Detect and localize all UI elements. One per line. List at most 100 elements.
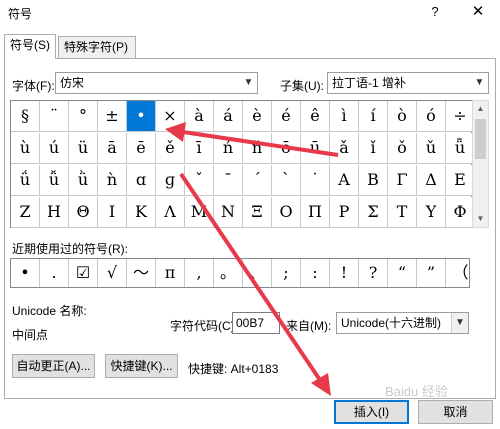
symbol-cell[interactable]: ú [40,133,69,164]
recent-symbol-cell[interactable]: 、 [243,259,272,287]
recent-symbol-cell[interactable]: : [301,259,330,287]
symbol-cell[interactable]: ê [301,101,330,132]
symbol-cell[interactable]: ǒ [388,133,417,164]
symbol-cell[interactable]: ɑ [127,165,156,196]
symbol-cell[interactable]: ù [11,133,40,164]
recent-symbol-cell[interactable]: ; [272,259,301,287]
symbol-cell[interactable]: í [359,101,388,132]
symbol-cell[interactable]: Ο [272,197,301,228]
symbol-cell[interactable]: Η [40,197,69,228]
shortcut-key-button[interactable]: 快捷键(K)... [105,354,178,378]
chevron-down-icon[interactable]: ▼ [451,313,468,333]
help-button[interactable]: ? [423,2,447,22]
recent-symbol-cell[interactable]: . [40,259,69,287]
symbol-cell[interactable]: Α [330,165,359,196]
symbol-cell[interactable]: × [156,101,185,132]
symbol-cell[interactable]: Ε [446,165,475,196]
symbol-cell[interactable]: ˉ [214,165,243,196]
symbol-cell[interactable]: ì [330,101,359,132]
symbol-cell[interactable]: Κ [127,197,156,228]
symbol-cell[interactable]: Ν [214,197,243,228]
symbol-cell[interactable]: ± [98,101,127,132]
symbol-cell[interactable]: Θ [69,197,98,228]
symbol-cell[interactable]: ÷ [446,101,475,132]
symbol-cell[interactable]: Τ [388,197,417,228]
symbol-cell[interactable]: ň [243,133,272,164]
symbol-cell[interactable]: Φ [446,197,475,228]
recent-symbol-cell[interactable]: • [11,259,40,287]
symbol-cell[interactable]: ǖ [446,133,475,164]
symbol-cell[interactable]: ā [98,133,127,164]
recent-symbol-cell[interactable]: ? [359,259,388,287]
symbol-cell[interactable]: ǹ [98,165,127,196]
symbol-cell[interactable]: ü [69,133,98,164]
symbol-cell[interactable]: ˇ [185,165,214,196]
symbol-cell[interactable]: è [243,101,272,132]
symbol-cell[interactable]: ó [417,101,446,132]
symbol-cell[interactable]: Δ [417,165,446,196]
recent-symbol-cell[interactable]: √ [98,259,127,287]
symbol-cell[interactable]: ǔ [417,133,446,164]
symbol-cell[interactable]: ǚ [40,165,69,196]
tab-symbols[interactable]: 符号(S) [4,34,56,59]
font-select[interactable]: 仿宋 ▼ [55,72,258,94]
scroll-down-icon[interactable]: ▼ [473,211,488,227]
symbol-cell[interactable]: ˙ [301,165,330,196]
symbol-cell[interactable]: ˊ [243,165,272,196]
symbol-cell[interactable]: ɡ [156,165,185,196]
symbol-cell[interactable]: • [127,101,156,132]
chevron-down-icon[interactable]: ▼ [471,73,488,93]
chevron-down-icon[interactable]: ▼ [240,73,257,93]
grid-scrollbar[interactable]: ▲ ▼ [472,100,489,228]
symbol-cell[interactable]: Γ [388,165,417,196]
recent-symbol-cell[interactable]: 〜 [127,259,156,287]
symbol-cell[interactable]: Μ [185,197,214,228]
scroll-up-icon[interactable]: ▲ [473,101,488,117]
recent-symbol-cell[interactable]: ” [417,259,446,287]
symbol-cell[interactable]: ū [301,133,330,164]
symbol-cell[interactable]: ˋ [272,165,301,196]
recent-symbol-cell[interactable]: （ [446,259,475,287]
symbol-cell[interactable]: á [214,101,243,132]
symbol-cell[interactable]: ǜ [69,165,98,196]
symbol-cell[interactable]: Υ [417,197,446,228]
symbol-cell[interactable]: ǎ [330,133,359,164]
symbol-cell[interactable]: ǘ [11,165,40,196]
symbol-cell[interactable]: ¨ [40,101,69,132]
autocorrect-button[interactable]: 自动更正(A)... [12,354,95,378]
insert-button[interactable]: 插入(I) [334,400,409,424]
recent-symbol-cell[interactable]: “ [388,259,417,287]
symbol-cell[interactable]: Π [301,197,330,228]
symbol-cell[interactable]: ě [156,133,185,164]
recent-symbol-cell[interactable]: π [156,259,185,287]
unicode-name-value: 中间点 [12,328,49,342]
recent-symbol-cell[interactable]: , [185,259,214,287]
symbol-cell[interactable]: Σ [359,197,388,228]
symbol-cell[interactable]: § [11,101,40,132]
tab-special-chars[interactable]: 特殊字符(P) [58,36,136,58]
symbol-cell[interactable]: Ξ [243,197,272,228]
symbol-cell[interactable]: à [185,101,214,132]
symbol-cell[interactable]: ° [69,101,98,132]
char-code-input[interactable]: 00B7 [232,312,280,334]
symbol-cell[interactable]: ń [214,133,243,164]
symbol-cell[interactable]: Β [359,165,388,196]
recent-symbol-cell[interactable]: 。 [214,259,243,287]
recent-symbol-cell[interactable]: ! [330,259,359,287]
symbol-cell[interactable]: ī [185,133,214,164]
from-select[interactable]: Unicode(十六进制) ▼ [336,312,469,334]
symbol-cell[interactable]: Ρ [330,197,359,228]
symbol-cell[interactable]: ǐ [359,133,388,164]
scroll-thumb[interactable] [475,119,486,159]
symbol-cell[interactable]: ò [388,101,417,132]
subset-select[interactable]: 拉丁语-1 增补 ▼ [327,72,489,94]
symbol-cell[interactable]: ē [127,133,156,164]
close-icon[interactable]: ✕ [466,2,490,22]
cancel-button[interactable]: 取消 [418,400,493,424]
symbol-cell[interactable]: Λ [156,197,185,228]
symbol-cell[interactable]: ō [272,133,301,164]
symbol-cell[interactable]: é [272,101,301,132]
symbol-cell[interactable]: Ι [98,197,127,228]
recent-symbol-cell[interactable]: ☑ [69,259,98,287]
symbol-cell[interactable]: Ζ [11,197,40,228]
